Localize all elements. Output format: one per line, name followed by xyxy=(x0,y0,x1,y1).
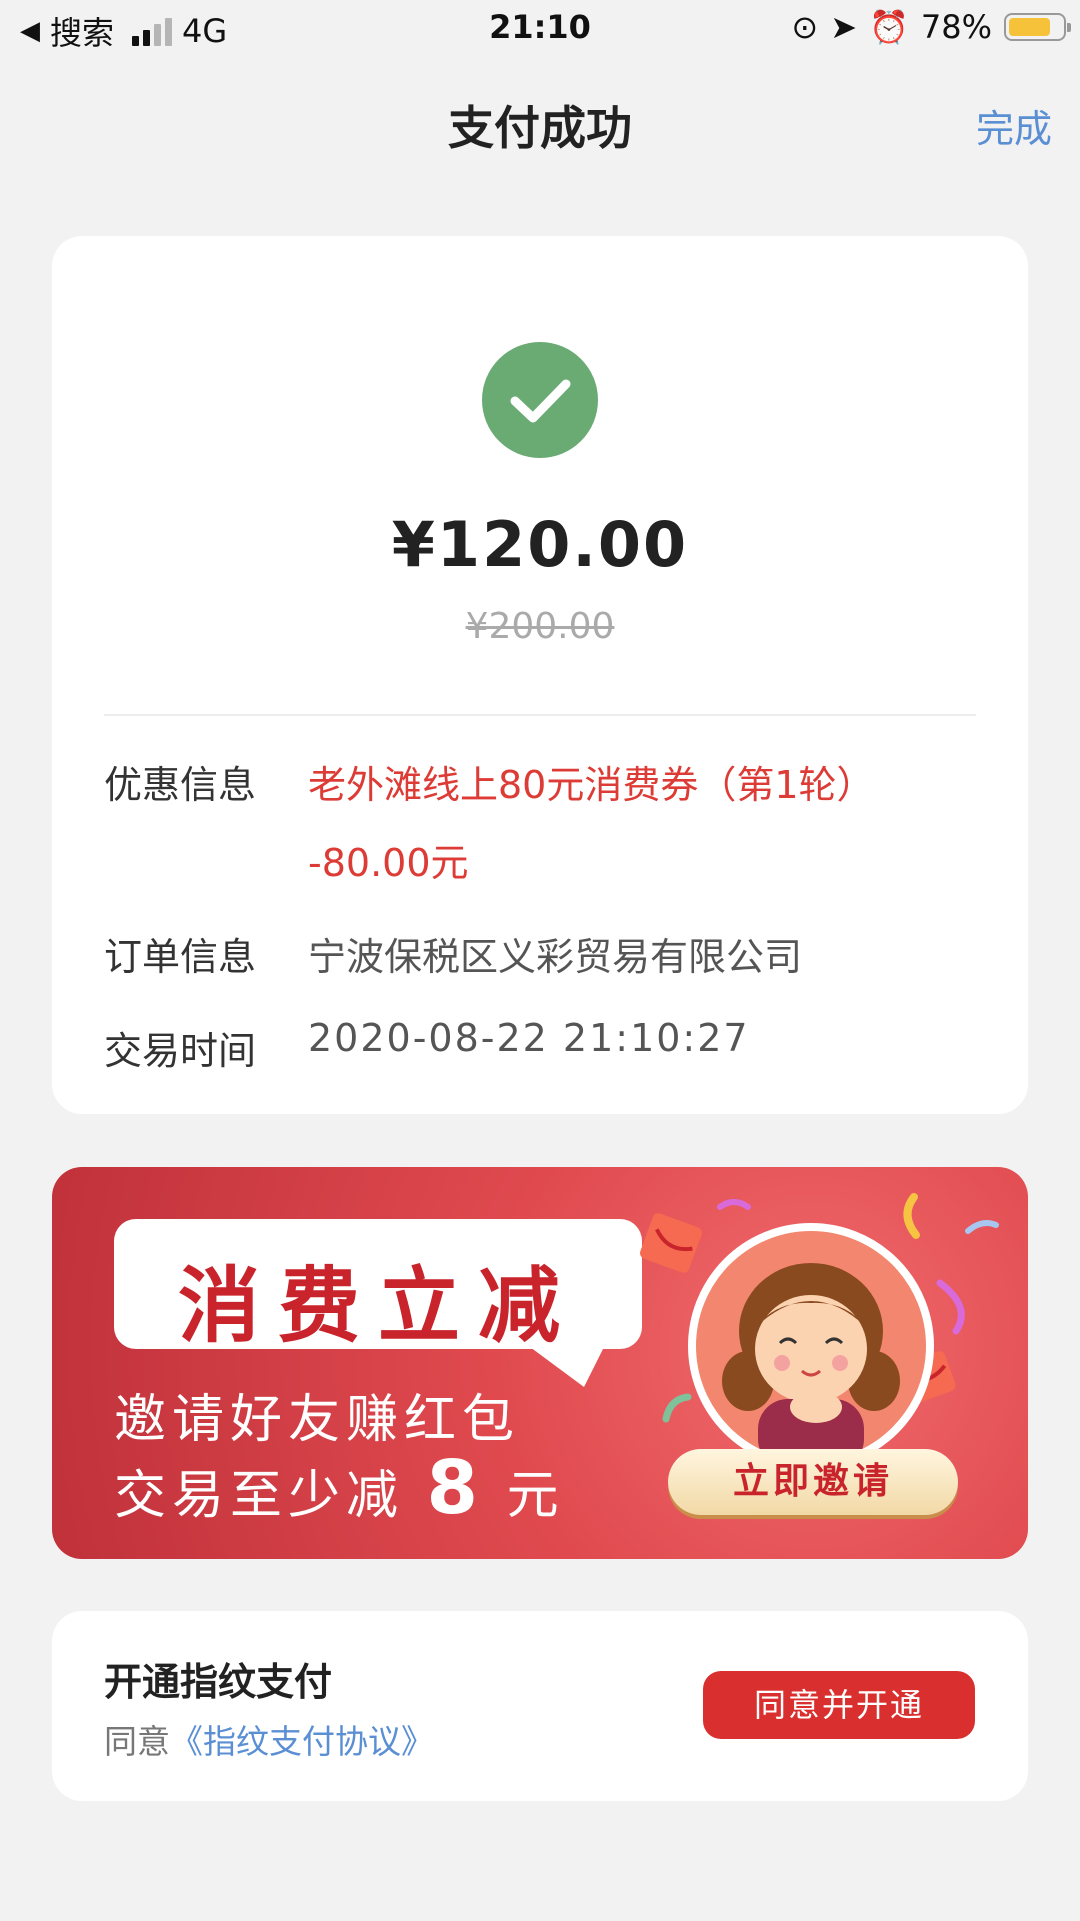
location-icon: ➤ xyxy=(830,8,858,46)
status-bar: ◀ 搜索 4G 21:10 ⊙ ➤ ⏰ 78% xyxy=(0,0,1080,58)
transaction-time: 2020-08-22 21:10:27 xyxy=(308,1016,750,1060)
fingerprint-pay-card: 开通指纹支付 同意《指纹支付协议》 同意并开通 xyxy=(52,1611,1028,1801)
discount-name: 老外滩线上80元消费券（第1轮） xyxy=(308,763,875,807)
invite-promo-banner[interactable]: 消费立减 邀请好友赚红包 交易至少减 8 元 立即邀请 xyxy=(52,1167,1028,1559)
banner-line1: 邀请好友赚红包 xyxy=(114,1390,521,1450)
banner-headline: 消费立减 xyxy=(177,1259,578,1354)
discount-label: 优惠信息 xyxy=(104,763,257,807)
banner-line2-prefix: 交易至少减 xyxy=(114,1466,405,1526)
paid-amount: ¥120.00 xyxy=(391,508,689,581)
success-check-icon xyxy=(482,342,598,458)
confetti-icon xyxy=(662,1393,692,1423)
fingerprint-agreement-text: 同意《指纹支付协议》 xyxy=(104,1715,434,1763)
rotation-lock-icon: ⊙ xyxy=(791,8,819,46)
banner-line2: 交易至少减 8 元 xyxy=(114,1445,565,1531)
page-title: 支付成功 xyxy=(448,101,632,155)
girl-illustration xyxy=(688,1223,934,1469)
banner-line2-amount: 8 xyxy=(426,1445,485,1531)
confetti-icon xyxy=(965,1220,999,1234)
confetti-icon xyxy=(903,1193,920,1239)
discount-value: -80.00元 xyxy=(308,841,469,885)
confetti-icon xyxy=(936,1279,965,1335)
confetti-icon xyxy=(717,1199,751,1210)
payment-result-card: ¥120.00 ¥200.00 优惠信息 老外滩线上80元消费券（第1轮） -8… xyxy=(52,236,1028,1114)
headline-bubble: 消费立减 xyxy=(114,1219,642,1354)
battery-percent: 78% xyxy=(920,8,992,46)
time-label: 交易时间 xyxy=(104,1029,257,1073)
order-merchant: 宁波保税区义彩贸易有限公司 xyxy=(308,935,803,979)
original-amount: ¥200.00 xyxy=(465,606,615,647)
done-button[interactable]: 完成 xyxy=(976,98,1052,153)
agreement-link[interactable]: 《指纹支付协议》 xyxy=(170,1722,434,1761)
order-label: 订单信息 xyxy=(104,935,257,979)
status-right: ⊙ ➤ ⏰ 78% xyxy=(791,8,1071,46)
fingerprint-title: 开通指纹支付 xyxy=(104,1660,333,1704)
agree-and-enable-button[interactable]: 同意并开通 xyxy=(703,1671,975,1739)
battery-icon xyxy=(1004,13,1071,41)
battery-fill xyxy=(1009,18,1050,36)
agree-prefix: 同意 xyxy=(104,1722,170,1761)
alarm-icon: ⏰ xyxy=(869,8,909,46)
divider xyxy=(104,714,976,716)
banner-line2-suffix: 元 xyxy=(506,1466,565,1526)
invite-now-button[interactable]: 立即邀请 xyxy=(668,1449,958,1515)
red-envelope-icon xyxy=(640,1213,702,1273)
